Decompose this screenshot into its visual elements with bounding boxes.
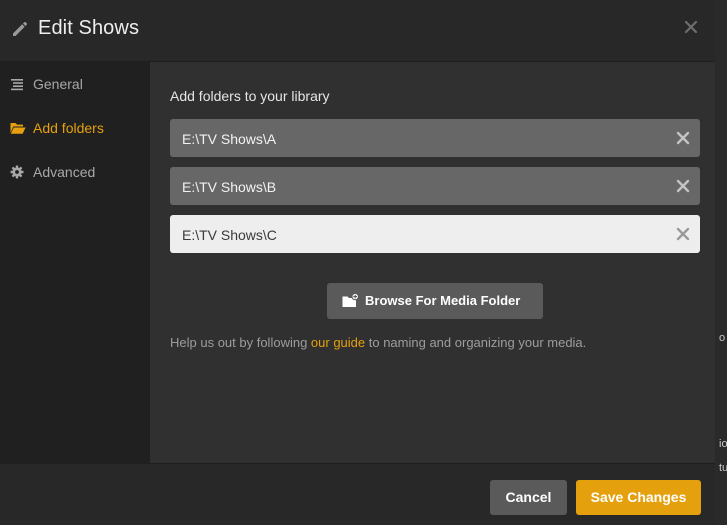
dialog-sidebar: General Add folders Advanced — [0, 62, 150, 463]
sidebar-item-label: Add folders — [33, 120, 104, 136]
dialog-title: Edit Shows — [38, 17, 140, 39]
list-icon — [10, 77, 24, 91]
browse-button-label: Browse For Media Folder — [365, 293, 521, 308]
cancel-button[interactable]: Cancel — [490, 480, 567, 515]
help-text-after: to naming and organizing your media. — [365, 335, 587, 350]
background-text-fragment: tu — [719, 462, 727, 474]
folder-path-text: E:\TV Shows\A — [182, 131, 277, 147]
dialog-footer: Cancel Save Changes — [0, 463, 715, 525]
folder-path-input[interactable]: E:\TV Shows\C — [170, 215, 700, 253]
pencil-icon — [10, 20, 28, 38]
close-icon[interactable] — [682, 18, 700, 36]
remove-folder-icon[interactable] — [676, 227, 690, 241]
sidebar-item-add-folders[interactable]: Add folders — [0, 106, 150, 150]
help-text: Help us out by following our guide to na… — [170, 335, 586, 350]
folder-open-icon — [10, 121, 26, 135]
sidebar-item-label: Advanced — [33, 164, 96, 180]
help-text-before: Help us out by following — [170, 335, 311, 350]
section-heading: Add folders to your library — [170, 88, 330, 104]
gear-icon — [10, 165, 24, 179]
sidebar-item-advanced[interactable]: Advanced — [0, 150, 150, 194]
dialog-header: Edit Shows — [0, 0, 715, 62]
sidebar-item-general[interactable]: General — [0, 62, 150, 106]
folder-path-text: E:\TV Shows\B — [182, 179, 277, 195]
guide-link[interactable]: our guide — [311, 335, 365, 350]
edit-shows-dialog: Edit Shows General Add folders Advanced … — [0, 0, 715, 525]
remove-folder-icon[interactable] — [676, 131, 690, 145]
background-window-edge: o io tu — [715, 0, 727, 525]
folder-path-row[interactable]: E:\TV Shows\B — [170, 167, 700, 205]
background-text-fragment: o — [719, 332, 726, 344]
remove-folder-icon[interactable] — [676, 179, 690, 193]
dialog-content: Add folders to your library E:\TV Shows\… — [150, 62, 715, 463]
browse-media-folder-button[interactable]: Browse For Media Folder — [327, 283, 543, 319]
sidebar-item-label: General — [33, 76, 83, 92]
save-changes-button[interactable]: Save Changes — [576, 480, 701, 515]
folder-path-text: E:\TV Shows\C — [182, 227, 277, 243]
folder-add-icon — [342, 292, 359, 308]
background-text-fragment: io — [719, 438, 727, 450]
folder-path-row[interactable]: E:\TV Shows\A — [170, 119, 700, 157]
